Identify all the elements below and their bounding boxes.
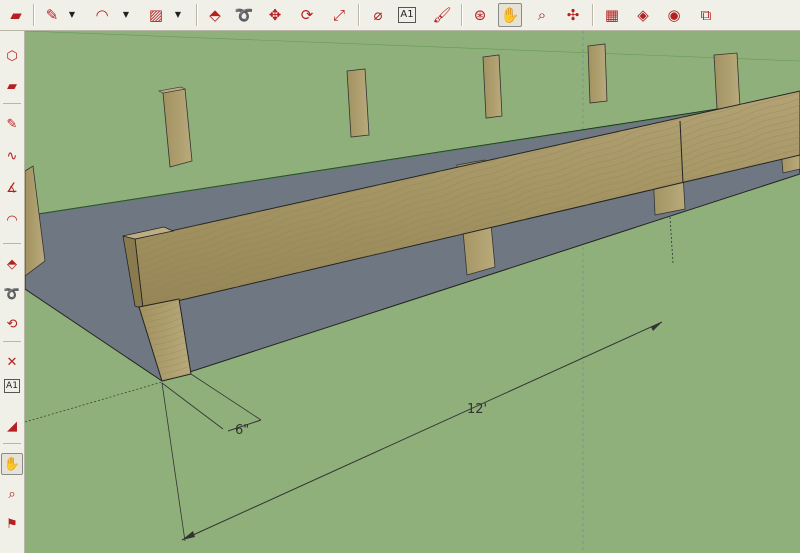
sidebar-separator	[3, 243, 21, 244]
zoom-icon[interactable]: ⌕	[530, 3, 554, 27]
tape-measure-icon[interactable]: ⌀	[366, 3, 390, 27]
dimension-6in[interactable]: 6"	[161, 373, 262, 438]
sidebar-separator	[3, 341, 21, 342]
paint-bucket-icon[interactable]: 🖌	[430, 3, 454, 27]
follow-me-icon[interactable]: ➰	[232, 3, 256, 27]
zoom-icon[interactable]: ⌕	[1, 483, 23, 505]
rotate-icon[interactable]: ⟳	[295, 3, 319, 27]
pan-icon[interactable]: ✋	[498, 3, 522, 27]
section-plane-icon[interactable]: ◢	[1, 415, 23, 437]
freehand-icon[interactable]: ∿	[1, 145, 23, 167]
axes-icon[interactable]: ✕	[1, 351, 23, 373]
arc-icon[interactable]: ◠	[90, 3, 114, 27]
main-toolbar: ▰ ✎ ▼ ◠ ▼ ▨ ▼ ⬘ ➰ ✥ ⟳ ⤢ ⌀ A1 🖌 ⊛ ✋ ⌕ ✣ ▦ ◈ ◉ ⧉	[0, 0, 800, 31]
chevron-down-icon[interactable]: ▼	[68, 9, 76, 21]
dimension-12ft-label: 12'	[467, 402, 487, 417]
walk-icon[interactable]: ⚑	[1, 513, 23, 535]
push-pull-icon[interactable]: ⬘	[1, 253, 23, 275]
toolbar-separator	[33, 4, 35, 26]
back-post[interactable]	[346, 68, 370, 138]
warehouse-icon[interactable]: ▦	[600, 3, 624, 27]
move-icon[interactable]: ✥	[263, 3, 287, 27]
share-model-icon[interactable]: ◈	[631, 3, 655, 27]
offset-icon[interactable]: ⟲	[1, 313, 23, 335]
green-axis-dashed	[25, 381, 163, 423]
back-post[interactable]	[158, 86, 193, 168]
chevron-down-icon[interactable]: ▼	[122, 9, 130, 21]
toolbar-separator	[196, 4, 198, 26]
dimension-icon[interactable]: A1	[398, 7, 416, 23]
eraser-icon[interactable]: ▰	[1, 75, 23, 97]
pencil-icon[interactable]: ✎	[40, 3, 64, 27]
scale-icon[interactable]: ⤢	[327, 3, 351, 27]
sidebar-separator	[3, 103, 21, 104]
back-post[interactable]	[587, 43, 608, 104]
eraser-icon[interactable]: ▰	[4, 3, 28, 27]
push-pull-icon[interactable]: ⬘	[203, 3, 227, 27]
extension-icon[interactable]: ⧉	[694, 3, 718, 27]
toolbar-separator	[461, 4, 463, 26]
get-models-icon[interactable]: ◉	[662, 3, 686, 27]
pencil-icon[interactable]: ✎	[1, 113, 23, 135]
modeling-viewport[interactable]: 12' 6"	[25, 31, 800, 553]
arc-icon[interactable]: ◠	[1, 209, 23, 231]
chevron-down-icon[interactable]: ▼	[174, 9, 182, 21]
component-icon[interactable]: ⬡	[1, 45, 23, 67]
back-post[interactable]	[482, 54, 503, 119]
protractor-icon[interactable]: ∡	[1, 177, 23, 199]
green-axis-line	[25, 31, 800, 62]
toolbar-separator	[592, 4, 594, 26]
rectangle-icon[interactable]: ▨	[144, 3, 168, 27]
tools-sidebar: ⬡ ▰ ✎ ∿ ∡ ◠ ⬘ ➰ ⟲ ✕ A1 ◢ ✋ ⌕ ⚑	[0, 31, 25, 553]
toolbar-separator	[358, 4, 360, 26]
zoom-extents-icon[interactable]: ✣	[561, 3, 585, 27]
orbit-icon[interactable]: ⊛	[468, 3, 492, 27]
back-post[interactable]	[713, 52, 741, 110]
text-icon[interactable]: A1	[4, 379, 20, 393]
sidebar-separator	[3, 443, 21, 444]
scene-canvas[interactable]: 12' 6"	[25, 31, 800, 553]
dimension-6in-label: 6"	[235, 423, 249, 438]
pan-icon[interactable]: ✋	[1, 453, 23, 475]
follow-me-icon[interactable]: ➰	[1, 283, 23, 305]
